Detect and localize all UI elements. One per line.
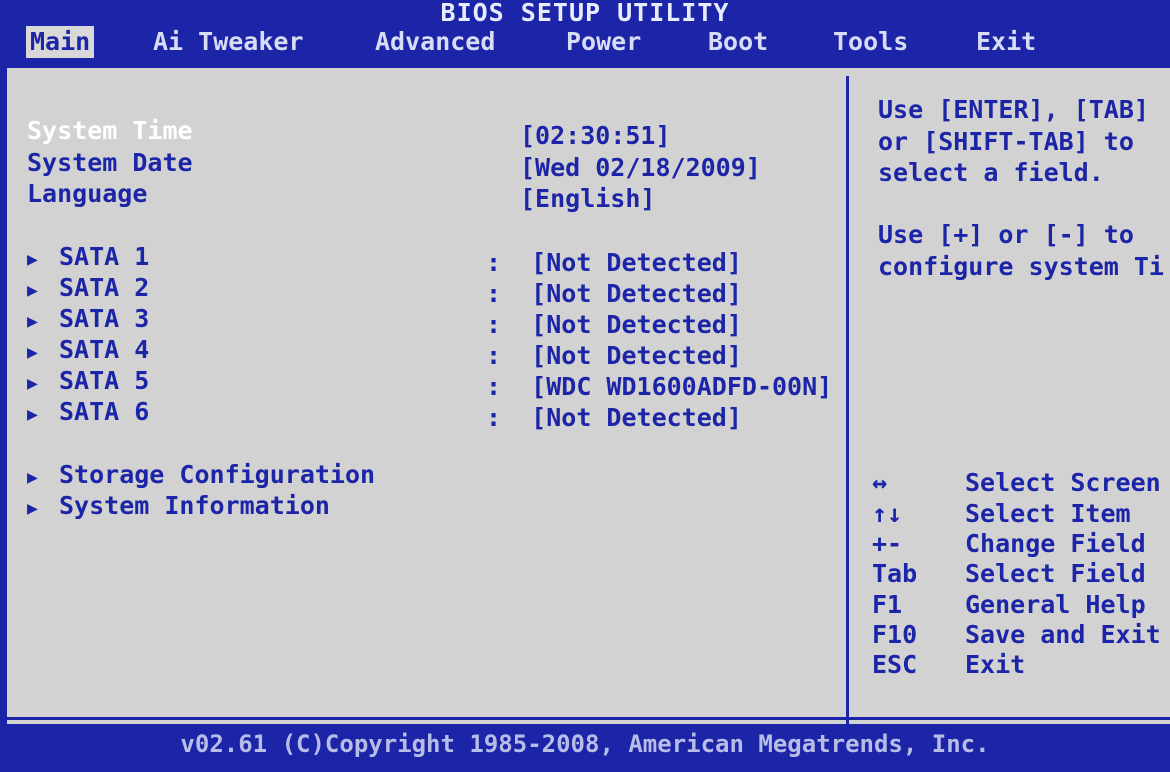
panel-divider <box>846 76 849 726</box>
submenu-triangle-icon: ▶ <box>27 467 38 488</box>
sata-5-value: : [WDC WD1600ADFD-00N] <box>486 372 833 401</box>
system-time-row[interactable]: System Time <box>27 116 193 145</box>
copyright-footer: v02.61 (C)Copyright 1985-2008, American … <box>180 730 990 758</box>
sata-2-row[interactable]: ▶ SATA 2 <box>27 273 149 302</box>
sata-2-value: : [Not Detected] <box>486 279 742 308</box>
language-value[interactable]: [English] <box>520 184 655 213</box>
language-label: Language <box>27 179 148 208</box>
key-desc-select-field: Select Field <box>965 559 1146 588</box>
tab-main[interactable]: Main <box>26 26 95 58</box>
key-plus-minus: +- <box>872 529 903 558</box>
bottom-divider <box>0 717 1170 720</box>
system-time-value[interactable]: [02:30:51] <box>520 121 671 150</box>
submenu-triangle-icon: ▶ <box>27 280 38 301</box>
sata-1-value: : [Not Detected] <box>486 248 742 277</box>
tab-tools[interactable]: Tools <box>833 26 908 58</box>
system-date-row[interactable]: System Date <box>27 148 193 177</box>
help-line-2: or [SHIFT-TAB] to <box>878 127 1134 156</box>
key-desc-general-help: General Help <box>965 590 1146 619</box>
submenu-triangle-icon: ▶ <box>27 342 38 363</box>
system-date-label: System Date <box>27 148 193 177</box>
submenu-triangle-icon: ▶ <box>27 498 38 519</box>
help-line-4: Use [+] or [-] to <box>878 220 1134 249</box>
help-line-5: configure system Ti <box>878 252 1164 281</box>
sata-3-value: : [Not Detected] <box>486 310 742 339</box>
key-arrows-lr: ↔ <box>872 468 888 497</box>
sata-6-row[interactable]: ▶ SATA 6 <box>27 397 149 426</box>
key-esc: ESC <box>872 650 918 679</box>
submenu-triangle-icon: ▶ <box>27 249 38 270</box>
key-desc-select-item: Select Item <box>965 499 1131 528</box>
sata-5-row[interactable]: ▶ SATA 5 <box>27 366 149 395</box>
sata-3-row[interactable]: ▶ SATA 3 <box>27 304 149 333</box>
tab-advanced[interactable]: Advanced <box>375 26 495 58</box>
system-date-value[interactable]: [Wed 02/18/2009] <box>520 153 761 182</box>
system-information-item[interactable]: ▶ System Information <box>27 491 330 520</box>
key-desc-select-screen: Select Screen <box>965 468 1161 497</box>
language-row[interactable]: Language <box>27 179 147 208</box>
key-f1: F1 <box>872 590 903 619</box>
sata-1-row[interactable]: ▶ SATA 1 <box>27 242 149 271</box>
submenu-triangle-icon: ▶ <box>27 311 38 332</box>
submenu-triangle-icon: ▶ <box>27 373 38 394</box>
key-desc-save-exit: Save and Exit <box>965 620 1161 649</box>
tab-power[interactable]: Power <box>566 26 641 58</box>
storage-configuration-item[interactable]: ▶ Storage Configuration <box>27 460 375 489</box>
key-arrows-ud: ↑↓ <box>872 499 903 528</box>
submenu-triangle-icon: ▶ <box>27 404 38 425</box>
tab-boot[interactable]: Boot <box>708 26 768 58</box>
bios-title: BIOS SETUP UTILITY <box>440 0 730 27</box>
key-desc-change-field: Change Field <box>965 529 1146 558</box>
title-bar: BIOS SETUP UTILITY Main Ai Tweaker Advan… <box>0 0 1170 66</box>
system-time-label: System Time <box>27 116 193 145</box>
tab-ai-tweaker[interactable]: Ai Tweaker <box>153 26 304 58</box>
key-tab: Tab <box>872 559 918 588</box>
help-line-1: Use [ENTER], [TAB] <box>878 95 1149 124</box>
tab-exit[interactable]: Exit <box>976 26 1036 58</box>
sata-6-value: : [Not Detected] <box>486 403 742 432</box>
help-line-3: select a field. <box>878 158 1104 187</box>
key-f10: F10 <box>872 620 918 649</box>
key-desc-exit: Exit <box>965 650 1026 679</box>
menu-bar: Main Ai Tweaker Advanced Power Boot Tool… <box>0 26 1170 66</box>
sata-4-row[interactable]: ▶ SATA 4 <box>27 335 149 364</box>
sata-4-value: : [Not Detected] <box>486 341 742 370</box>
